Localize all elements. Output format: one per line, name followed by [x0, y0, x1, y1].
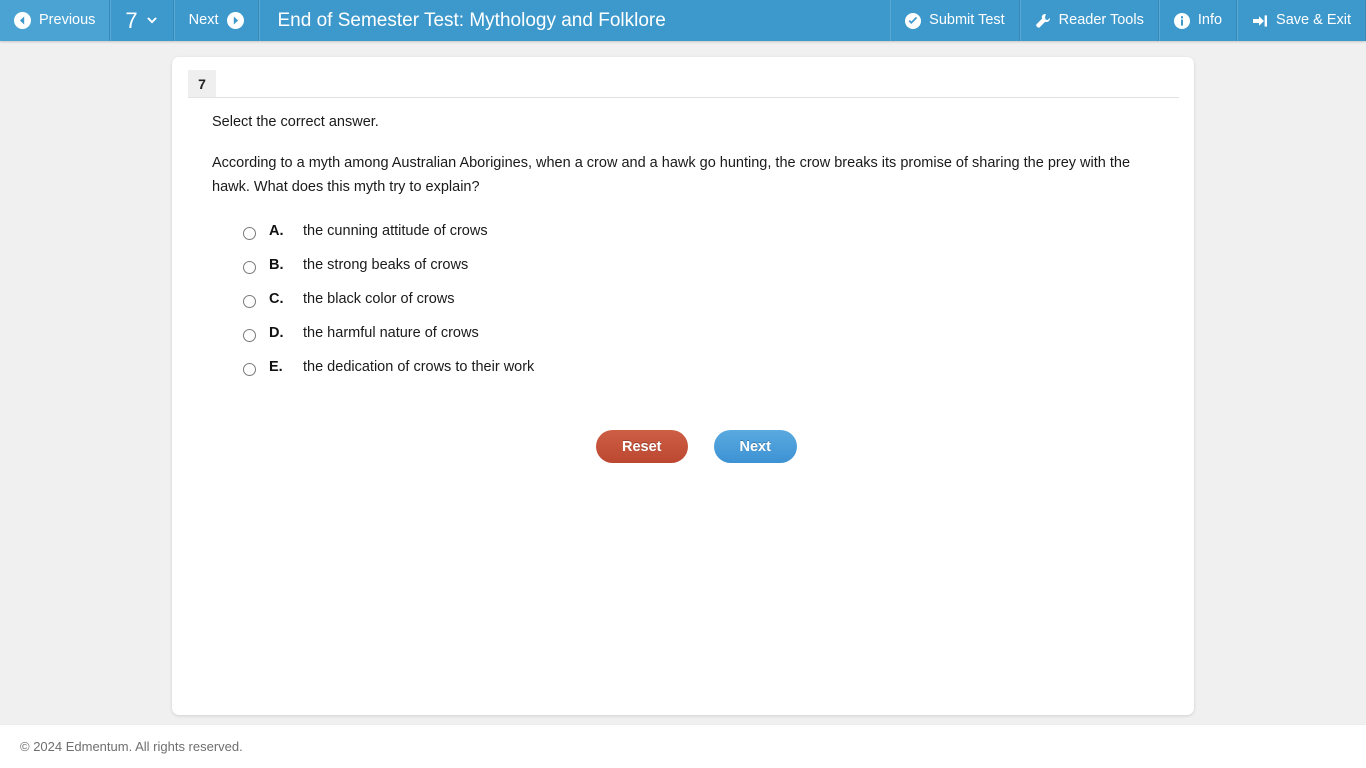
copyright-text: © 2024 Edmentum. All rights reserved.: [20, 739, 243, 754]
arrow-circle-right-icon: [226, 12, 244, 29]
wrench-icon: [1035, 13, 1051, 29]
toolbar-right-group: Submit Test Reader Tools Info Save & Exi…: [890, 0, 1366, 41]
next-button[interactable]: Next: [713, 430, 797, 463]
option-text-b: the strong beaks of crows: [303, 257, 469, 273]
question-number-selector[interactable]: 7: [110, 0, 174, 41]
radio-button-b[interactable]: [243, 261, 256, 274]
next-button-label: Next: [188, 12, 219, 29]
answer-option-e[interactable]: E. the dedication of crows to their work: [212, 359, 1166, 393]
action-buttons: Reset Next: [596, 430, 1166, 463]
card-divider: [188, 97, 1179, 98]
question-number-tab: 7: [188, 70, 216, 97]
submit-test-button[interactable]: Submit Test: [890, 0, 1020, 41]
question-text: According to a myth among Australian Abo…: [212, 155, 1131, 195]
answer-option-d[interactable]: D. the harmful nature of crows: [212, 325, 1166, 359]
info-circle-icon: [1173, 12, 1190, 29]
option-letter-a: A.: [269, 223, 284, 239]
save-and-exit-button[interactable]: Save & Exit: [1237, 0, 1366, 41]
option-text-d: the harmful nature of crows: [303, 325, 479, 341]
top-toolbar: Previous 7 Next End of Semester Test: My…: [0, 0, 1366, 41]
option-letter-e: E.: [269, 359, 283, 375]
radio-button-e[interactable]: [243, 363, 256, 376]
page-footer: © 2024 Edmentum. All rights reserved.: [0, 724, 1366, 768]
option-text-a: the cunning attitude of crows: [303, 223, 488, 239]
option-letter-c: C.: [269, 291, 284, 307]
answer-options-list: A. the cunning attitude of crows B. the …: [212, 223, 1166, 393]
next-question-button[interactable]: Next: [173, 0, 259, 41]
sign-out-icon: [1252, 13, 1268, 29]
arrow-circle-left-icon: [14, 12, 31, 29]
check-circle-icon: [905, 12, 922, 29]
question-instruction: Select the correct answer.: [212, 114, 379, 130]
info-label: Info: [1197, 12, 1223, 29]
option-letter-b: B.: [269, 257, 284, 273]
radio-button-d[interactable]: [243, 329, 256, 342]
info-button[interactable]: Info: [1158, 0, 1238, 41]
answer-option-c[interactable]: C. the black color of crows: [212, 291, 1166, 325]
reader-tools-button[interactable]: Reader Tools: [1019, 0, 1159, 41]
submit-test-label: Submit Test: [929, 12, 1005, 29]
radio-button-a[interactable]: [243, 227, 256, 240]
answer-option-a[interactable]: A. the cunning attitude of crows: [212, 223, 1166, 257]
current-question-number: 7: [125, 7, 138, 33]
question-card: 7 Select the correct answer. According t…: [172, 57, 1194, 715]
chevron-down-icon: [145, 14, 159, 28]
option-letter-d: D.: [269, 325, 284, 341]
save-and-exit-label: Save & Exit: [1276, 12, 1351, 29]
option-text-e: the dedication of crows to their work: [303, 359, 535, 375]
question-body: Select the correct answer. According to …: [212, 114, 1166, 463]
previous-button-label: Previous: [39, 12, 96, 29]
previous-question-button[interactable]: Previous: [0, 0, 111, 41]
test-title: End of Semester Test: Mythology and Folk…: [258, 0, 891, 41]
reader-tools-label: Reader Tools: [1058, 12, 1144, 29]
option-text-c: the black color of crows: [303, 291, 455, 307]
reset-button[interactable]: Reset: [596, 430, 688, 463]
radio-button-c[interactable]: [243, 295, 256, 308]
answer-option-b[interactable]: B. the strong beaks of crows: [212, 257, 1166, 291]
